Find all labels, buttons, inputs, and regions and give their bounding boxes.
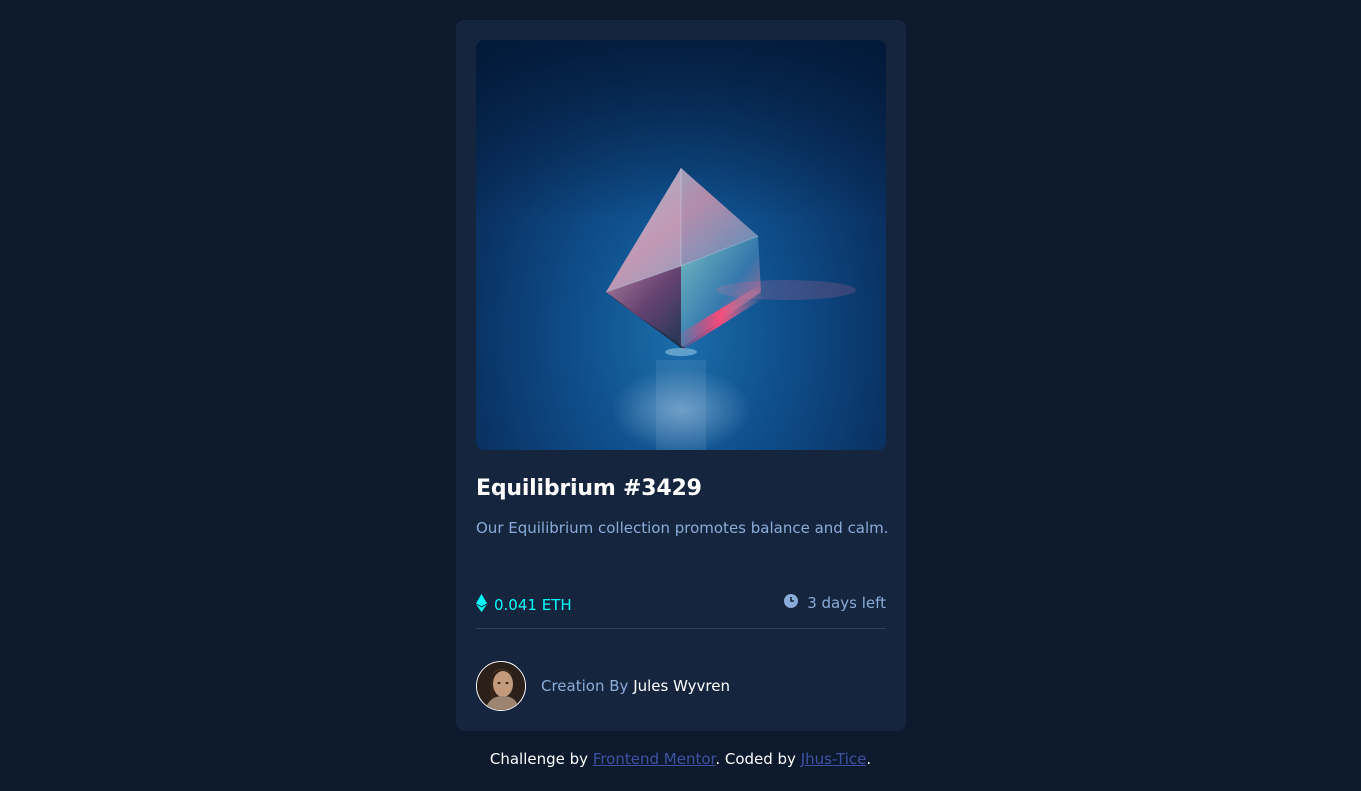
price-row: 0.041 ETH <box>476 594 572 616</box>
attribution-suffix: . <box>866 750 872 768</box>
ethereum-icon <box>476 594 487 616</box>
attribution: Challenge by Frontend Mentor. Coded by J… <box>0 750 1361 768</box>
nft-description: Our Equilibrium collection promotes bala… <box>476 519 889 537</box>
nft-image[interactable] <box>476 40 886 450</box>
creator-prefix: Creation By <box>541 677 629 695</box>
creator-text: Creation By Jules Wyvren <box>541 677 730 695</box>
clock-icon <box>784 594 799 612</box>
frontend-mentor-link[interactable]: Frontend Mentor <box>593 750 716 768</box>
price-value: 0.041 ETH <box>494 596 572 614</box>
creator-row: Creation By Jules Wyvren <box>476 661 730 711</box>
avatar <box>476 661 526 711</box>
time-row: 3 days left <box>784 594 886 612</box>
coded-prefix: . Coded by <box>715 750 796 768</box>
challenge-prefix: Challenge by <box>489 750 589 768</box>
time-value: 3 days left <box>807 594 886 612</box>
creator-name[interactable]: Jules Wyvren <box>633 677 730 695</box>
cube-illustration <box>476 40 886 450</box>
nft-card: Equilibrium #3429 Our Equilibrium collec… <box>456 20 906 731</box>
nft-title[interactable]: Equilibrium #3429 <box>476 476 702 501</box>
coder-link[interactable]: Jhus-Tice <box>801 750 867 768</box>
divider <box>476 628 886 629</box>
